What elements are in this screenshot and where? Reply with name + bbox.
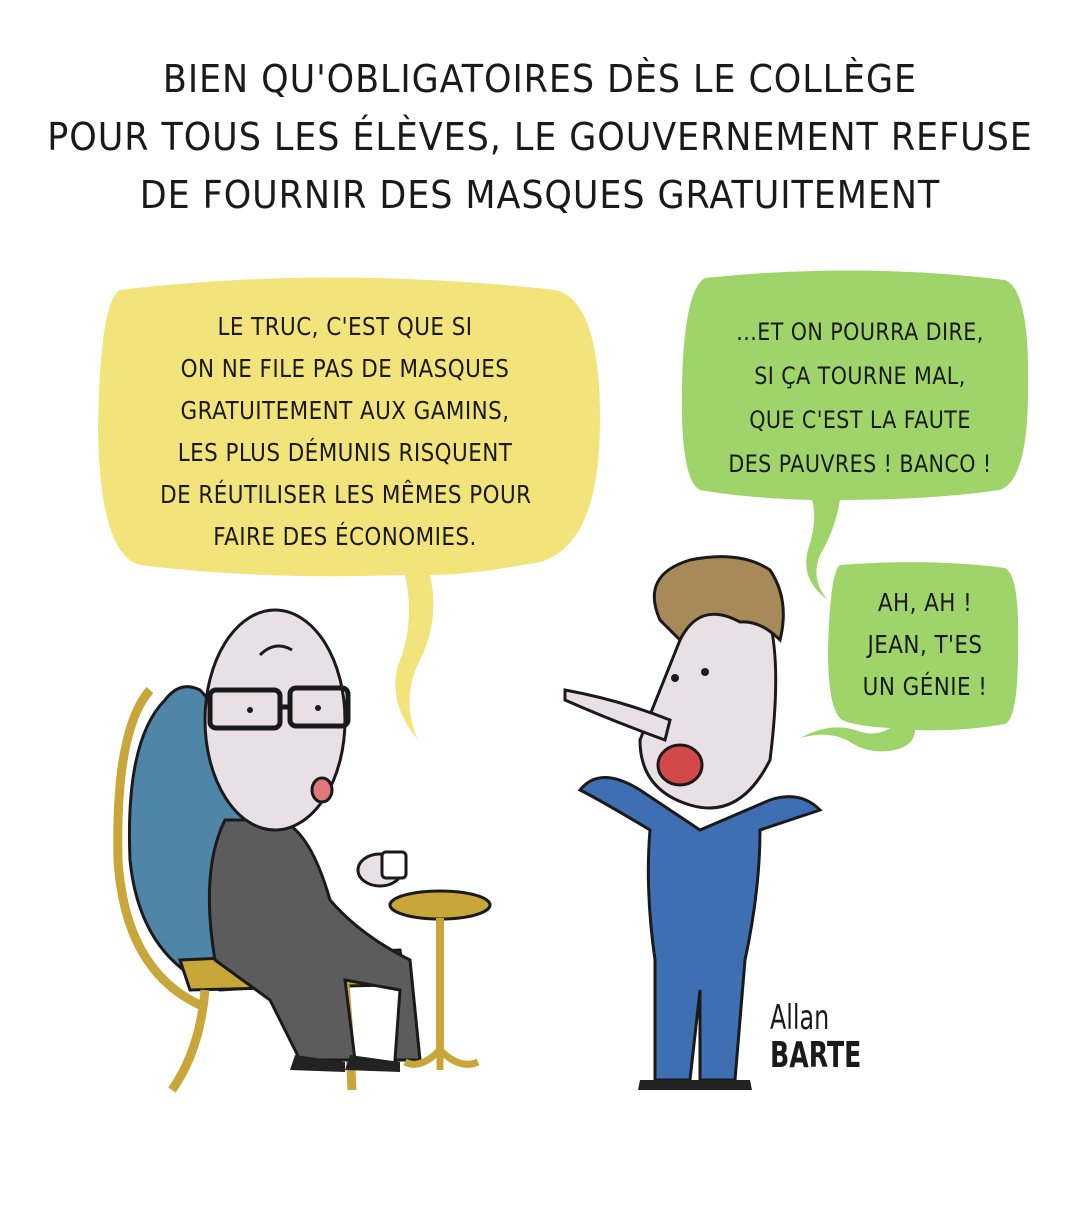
green-bottom-bubble-text: Ah, ah ! Jean, t'es un génie ! — [852, 582, 998, 708]
bubble-line: que c'est la faute — [749, 406, 971, 434]
caption-line-3: de fournir des masques gratuitement — [139, 173, 941, 217]
bubble-line: Le truc, c'est que si — [217, 312, 473, 341]
signature-first-name: Allan — [770, 998, 830, 1038]
bubble-line: faire des économies. — [213, 522, 477, 551]
bubble-line: ...Et on pourra dire, — [736, 318, 984, 346]
bubble-line: si ça tourne mal, — [754, 362, 966, 390]
bubble-line: gratuitement aux gamins, — [180, 396, 510, 425]
artist-signature: Allan BARTE — [770, 1000, 880, 1076]
yellow-bubble-text: Le truc, c'est que si on ne file pas de … — [160, 306, 532, 558]
cartoon-caption: Bien qu'obligatoires dès le collège pour… — [43, 50, 1037, 224]
bubble-line: les plus démunis risquent — [177, 438, 513, 467]
bubble-line: des pauvres ! Banco ! — [728, 450, 992, 478]
bubble-line: un génie ! — [862, 672, 988, 701]
signature-last-name: BARTE — [770, 1035, 862, 1076]
green-top-bubble-text: ...Et on pourra dire, si ça tourne mal, … — [714, 310, 1006, 486]
bubble-line: Ah, ah ! — [877, 588, 973, 617]
caption-line-1: Bien qu'obligatoires dès le collège — [162, 57, 918, 101]
seated-man — [203, 608, 422, 1072]
bubble-line: Jean, t'es — [867, 630, 983, 659]
bubble-line: on ne file pas de masques — [180, 354, 510, 383]
caption-line-2: pour tous les élèves, le gouvernement re… — [47, 115, 1033, 159]
bubble-line: de réutiliser les mêmes pour — [160, 480, 532, 509]
